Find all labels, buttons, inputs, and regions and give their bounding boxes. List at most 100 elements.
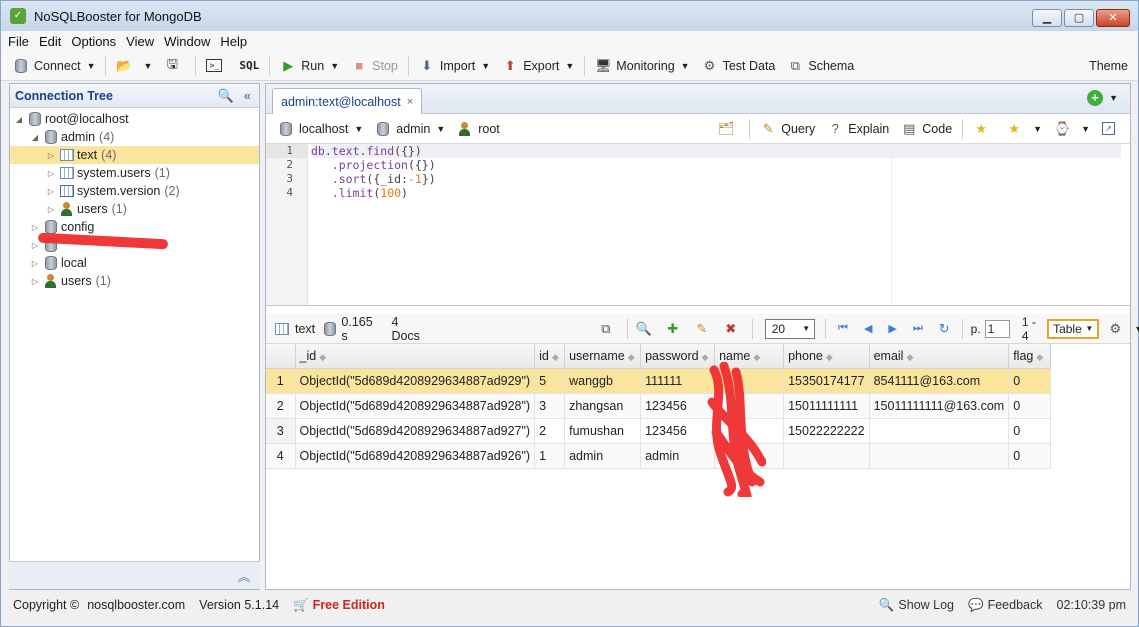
menu-view[interactable]: View (125, 34, 155, 49)
add-tab-control[interactable]: + ▼ (1087, 90, 1118, 106)
page-input[interactable]: 1 (984, 319, 1010, 338)
open-folder-button[interactable]: 📂 ▼ (110, 54, 158, 78)
expand-arrow-icon[interactable]: ◢ (29, 133, 41, 142)
first-page-icon[interactable]: ⏮ (830, 322, 856, 335)
import-button[interactable]: ⬇ Import ▼ (413, 54, 496, 78)
table-cell[interactable]: fumushan (564, 418, 642, 444)
code-editor[interactable]: 1 2 3 4 db.text.find({}) .projection({})… (266, 144, 1130, 306)
table-cell[interactable]: 15350174177 (783, 368, 870, 394)
collapsed-arrow-icon[interactable]: ▷ (29, 259, 41, 268)
explain-button[interactable]: ? Explain (821, 117, 895, 141)
favorites-button[interactable]: ★ ▼ (1000, 117, 1048, 141)
view-mode-select[interactable]: Table ▼ (1047, 318, 1100, 339)
save-button[interactable]: 🖫 (158, 54, 191, 78)
refresh-icon[interactable]: ↻ (931, 321, 958, 337)
table-cell[interactable]: 123456 (640, 418, 716, 444)
table-cell[interactable]: ObjectId("5d689d4208929634887ad929") (295, 368, 536, 394)
table-cell[interactable]: 5 (534, 368, 566, 394)
site-link[interactable]: nosqlbooster.com (87, 598, 185, 612)
edit-document-button[interactable]: ✎ (690, 317, 719, 341)
table-row[interactable]: 1 ObjectId("5d689d4208929634887ad929") 5… (266, 368, 1052, 394)
table-cell[interactable]: admin (640, 443, 716, 469)
collapsed-arrow-icon[interactable]: ▷ (45, 169, 57, 178)
table-cell[interactable]: ObjectId("5d689d4208929634887ad926") (295, 443, 536, 469)
table-cell[interactable]: 0 (1008, 393, 1052, 419)
tree-node-local[interactable]: ▷ local (10, 254, 259, 272)
table-cell[interactable]: 2 (534, 418, 566, 444)
code-button[interactable]: ▤ Code (895, 117, 958, 141)
next-page-icon[interactable]: ▶ (880, 322, 904, 335)
code-content[interactable]: db.text.find({}) .projection({}) .sort({… (311, 144, 1121, 200)
tab-admin-text[interactable]: admin:text@localhost × (272, 88, 423, 114)
tree-node-text[interactable]: ▷ text (4) (10, 146, 259, 164)
table-row[interactable]: 4 ObjectId("5d689d4208929634887ad926") 1… (266, 443, 1052, 469)
shell-button[interactable]: >_ (200, 54, 233, 78)
column-header[interactable]: flag ◆ (1008, 344, 1052, 369)
table-cell[interactable]: 3 (534, 393, 566, 419)
expand-arrow-icon[interactable]: ◢ (13, 115, 25, 124)
edition-link[interactable]: Free Edition (313, 598, 385, 612)
collapsed-arrow-icon[interactable]: ▷ (29, 223, 41, 232)
schema-button[interactable]: ⧉ Schema (781, 54, 860, 78)
insert-document-button[interactable]: ✚ (661, 317, 690, 341)
table-cell[interactable]: wanggb (564, 368, 642, 394)
menu-options[interactable]: Options (70, 34, 117, 49)
column-header[interactable]: id ◆ (534, 344, 566, 369)
table-cell[interactable]: 0 (1008, 443, 1052, 469)
table-cell[interactable] (869, 418, 1010, 444)
prev-page-icon[interactable]: ◀ (856, 322, 880, 335)
table-row[interactable]: 3 ObjectId("5d689d4208929634887ad927") 2… (266, 418, 1052, 444)
chevron-down-icon[interactable]: ▼ (1109, 93, 1118, 103)
table-cell[interactable]: 15011111111@163.com (869, 393, 1010, 419)
table-cell[interactable]: 1 (534, 443, 566, 469)
monitoring-button[interactable]: 🖥 Monitoring ▼ (589, 54, 695, 78)
delete-document-button[interactable]: ✖ (719, 317, 748, 341)
column-header[interactable]: password ◆ (640, 344, 716, 369)
feedback-button[interactable]: 💬 Feedback (968, 598, 1042, 613)
collapse-left-icon[interactable]: « (244, 88, 251, 104)
tree-node-admin[interactable]: ◢ admin (4) (10, 128, 259, 146)
test-data-button[interactable]: ⚙ Test Data (696, 54, 782, 78)
column-header[interactable]: email ◆ (869, 344, 1010, 369)
column-header[interactable]: _id ◆ (295, 344, 536, 369)
tree-node-users[interactable]: ▷ users (1) (10, 272, 259, 290)
table-cell[interactable]: ObjectId("5d689d4208929634887ad928") (295, 393, 536, 419)
close-button[interactable]: ✕ (1096, 9, 1130, 27)
view-document-button[interactable]: 🔍 (632, 317, 661, 341)
table-cell[interactable]: zhangsan (564, 393, 642, 419)
minimize-button[interactable]: ▁ (1032, 9, 1062, 27)
menu-file[interactable]: File (7, 34, 30, 49)
tree-node-admin-users[interactable]: ▷ users (1) (10, 200, 259, 218)
history-button[interactable]: ⌚ ▼ (1048, 117, 1096, 141)
menu-help[interactable]: Help (219, 34, 248, 49)
table-cell[interactable]: ObjectId("5d689d4208929634887ad927") (295, 418, 536, 444)
search-icon[interactable]: 🔍 (218, 88, 234, 104)
host-selector[interactable]: localhost ▼ (272, 117, 369, 141)
column-header[interactable]: username ◆ (564, 344, 642, 369)
collapsed-arrow-icon[interactable]: ▷ (45, 151, 57, 160)
plus-icon[interactable]: + (1087, 90, 1104, 106)
sql-button[interactable]: SQL (233, 54, 265, 78)
table-cell[interactable]: 8541111@163.com (869, 368, 1010, 394)
export-button[interactable]: ⬆ Export ▼ (496, 54, 580, 78)
collapsed-arrow-icon[interactable]: ▷ (45, 205, 57, 214)
table-cell[interactable]: 123456 (640, 393, 716, 419)
menu-window[interactable]: Window (163, 34, 211, 49)
maximize-button[interactable]: ▢ (1064, 9, 1094, 27)
maximize-editor-button[interactable]: ↗ (1096, 117, 1126, 141)
table-cell[interactable]: 15011111111 (783, 393, 870, 419)
grid-settings-button[interactable]: ⚙ ▼ (1103, 317, 1139, 341)
table-cell[interactable] (869, 443, 1010, 469)
column-header[interactable]: phone ◆ (783, 344, 870, 369)
close-tab-icon[interactable]: × (407, 96, 413, 108)
run-button[interactable]: ▶ Run ▼ (274, 54, 345, 78)
query-button[interactable]: ✎ Query (754, 117, 821, 141)
tree-view-button[interactable]: ⧉ (594, 317, 623, 341)
table-cell[interactable]: 15022222222 (783, 418, 870, 444)
table-cell[interactable]: admin (564, 443, 642, 469)
db-selector[interactable]: admin ▼ (369, 117, 451, 141)
page-size-select[interactable]: 20 ▼ (764, 318, 816, 339)
table-cell[interactable]: 0 (1008, 418, 1052, 444)
table-cell[interactable] (783, 443, 870, 469)
tree-node-system-users[interactable]: ▷ system.users (1) (10, 164, 259, 182)
